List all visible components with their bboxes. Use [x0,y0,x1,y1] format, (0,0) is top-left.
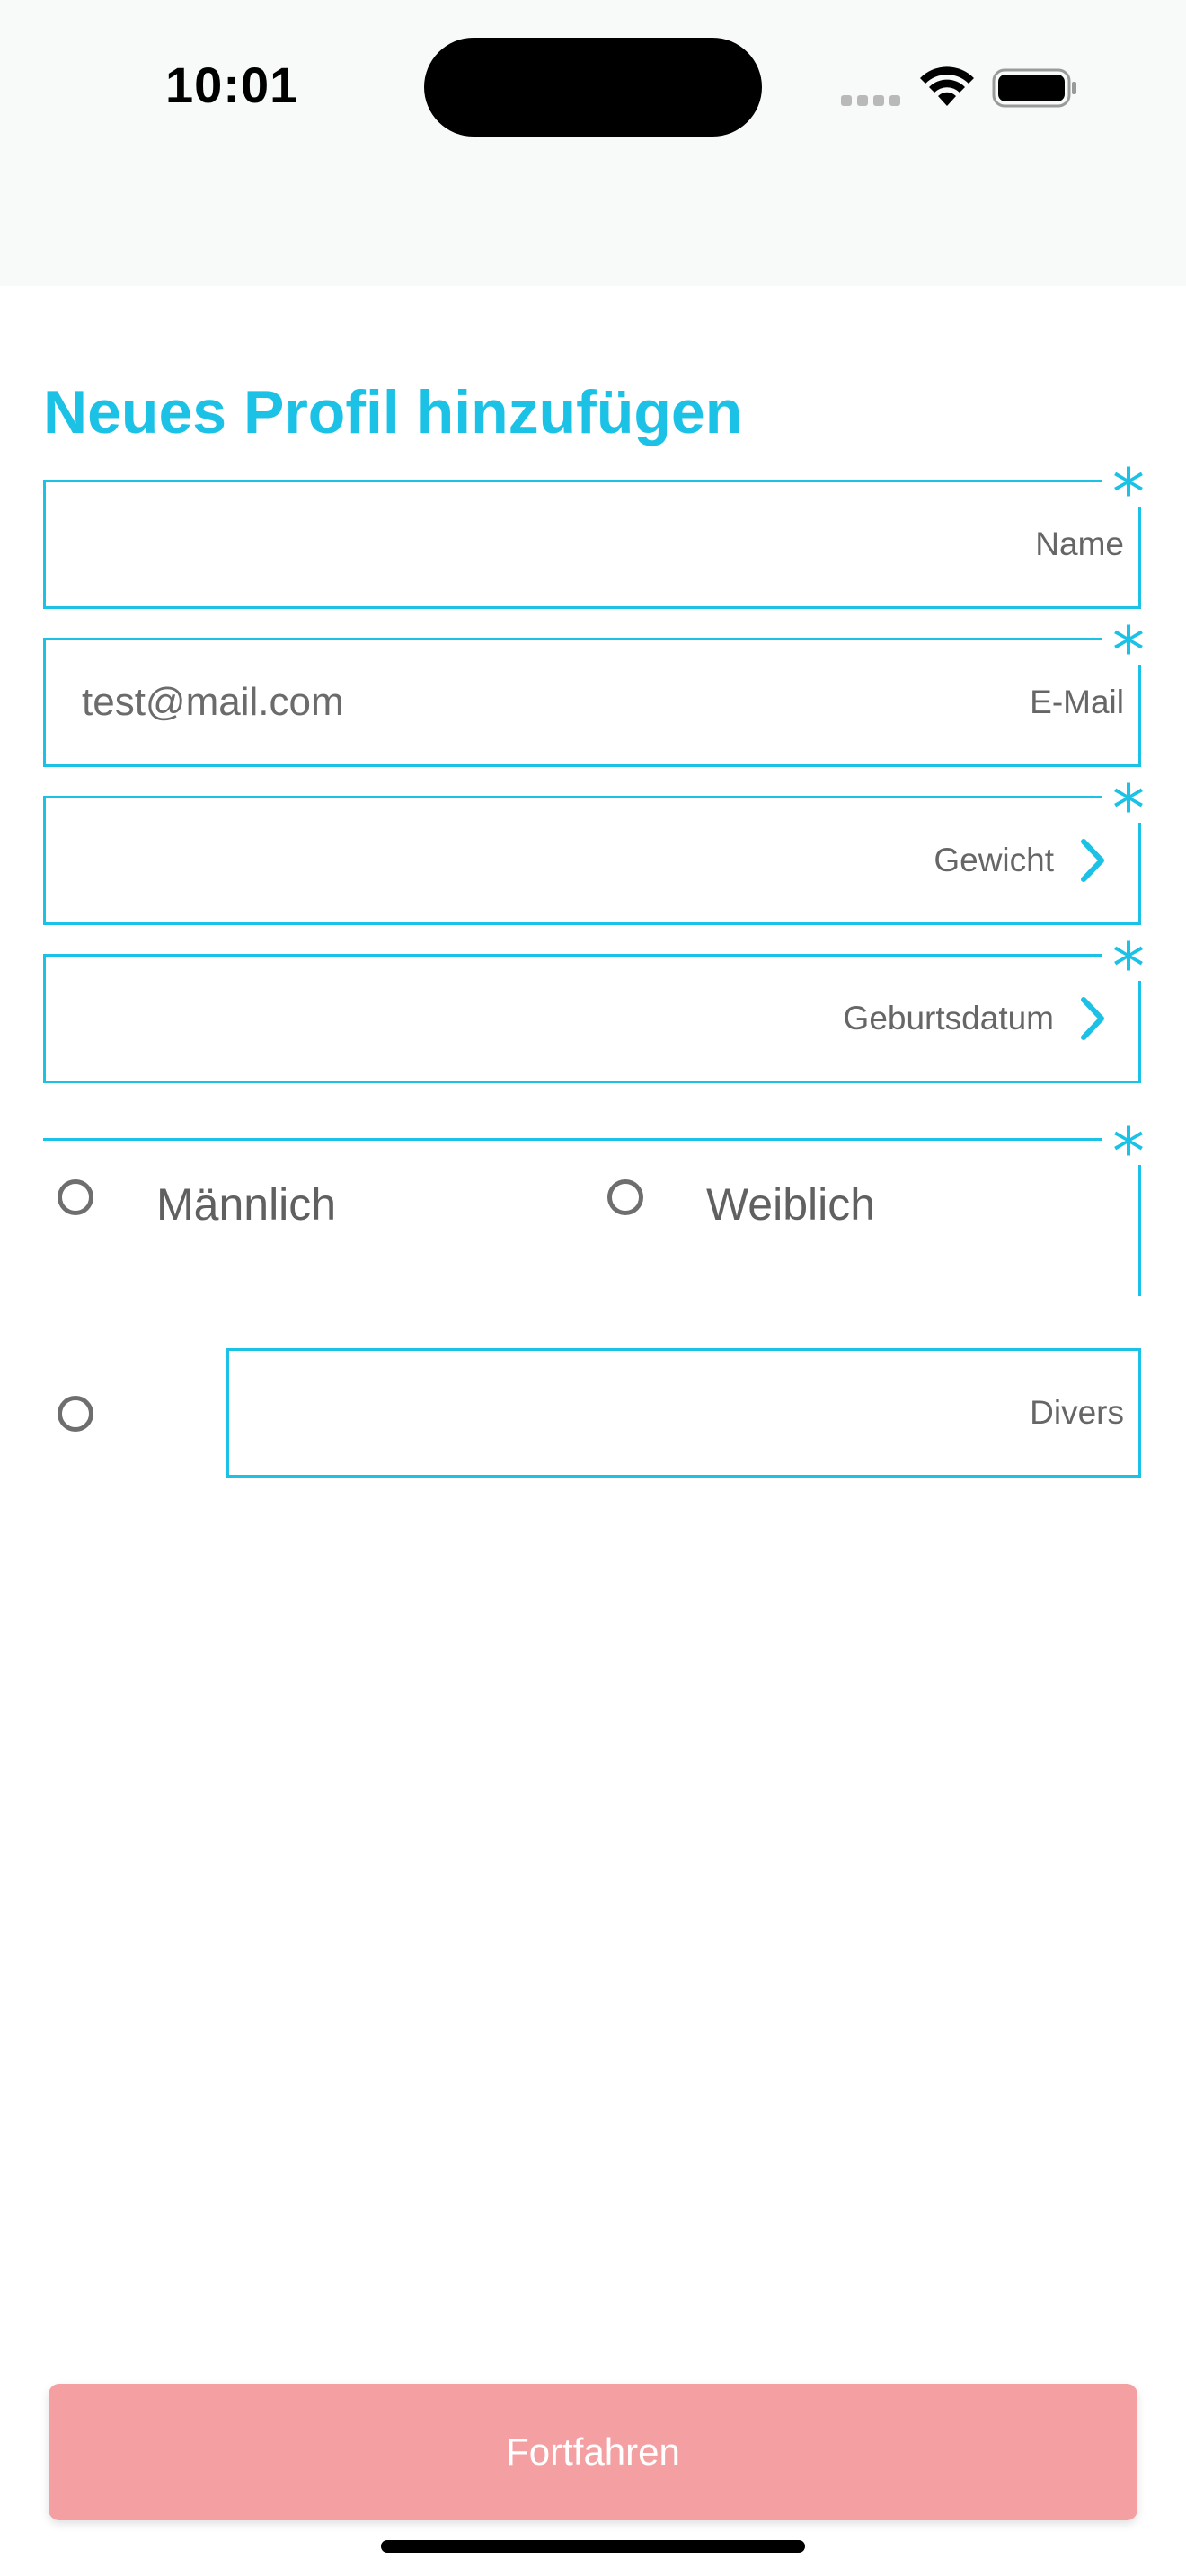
status-bar: 10:01 [0,0,1186,286]
radio-male[interactable] [58,1179,93,1215]
chevron-right-icon [1081,839,1104,882]
name-field[interactable]: Name [43,480,1141,609]
radio-male-label[interactable]: Männlich [156,1178,336,1231]
name-required-icon: * [1112,454,1145,530]
diverse-field[interactable]: Divers [226,1348,1141,1478]
cellular-signal-icon [841,95,902,106]
continue-button[interactable]: Fortfahren [49,2384,1137,2520]
weight-required-icon: * [1112,771,1145,846]
birthdate-field[interactable]: Geburtsdatum [43,954,1141,1083]
email-field[interactable]: test@mail.com E-Mail [43,638,1141,767]
email-required-icon: * [1112,613,1145,688]
diverse-field-label: Divers [1030,1394,1124,1431]
radio-female[interactable] [607,1179,643,1215]
email-value: test@mail.com [82,680,344,724]
radio-diverse[interactable] [58,1396,93,1432]
page-title: Neues Profil hinzufügen [43,378,743,446]
screen: 10:01 Neues Profil hinzufügen Name * tes… [0,0,1186,2576]
status-time: 10:01 [165,57,299,113]
birthdate-required-icon: * [1112,929,1145,1004]
dynamic-island [424,38,762,137]
home-indicator[interactable] [381,2540,805,2553]
weight-field-label: Gewicht [934,842,1054,878]
radio-female-label[interactable]: Weiblich [706,1178,875,1231]
battery-icon [992,68,1076,108]
gender-required-icon: * [1112,1114,1145,1189]
birthdate-field-label: Geburtsdatum [843,1000,1054,1037]
weight-field[interactable]: Gewicht [43,796,1141,925]
wifi-icon [920,66,974,106]
chevron-right-icon [1081,997,1104,1040]
